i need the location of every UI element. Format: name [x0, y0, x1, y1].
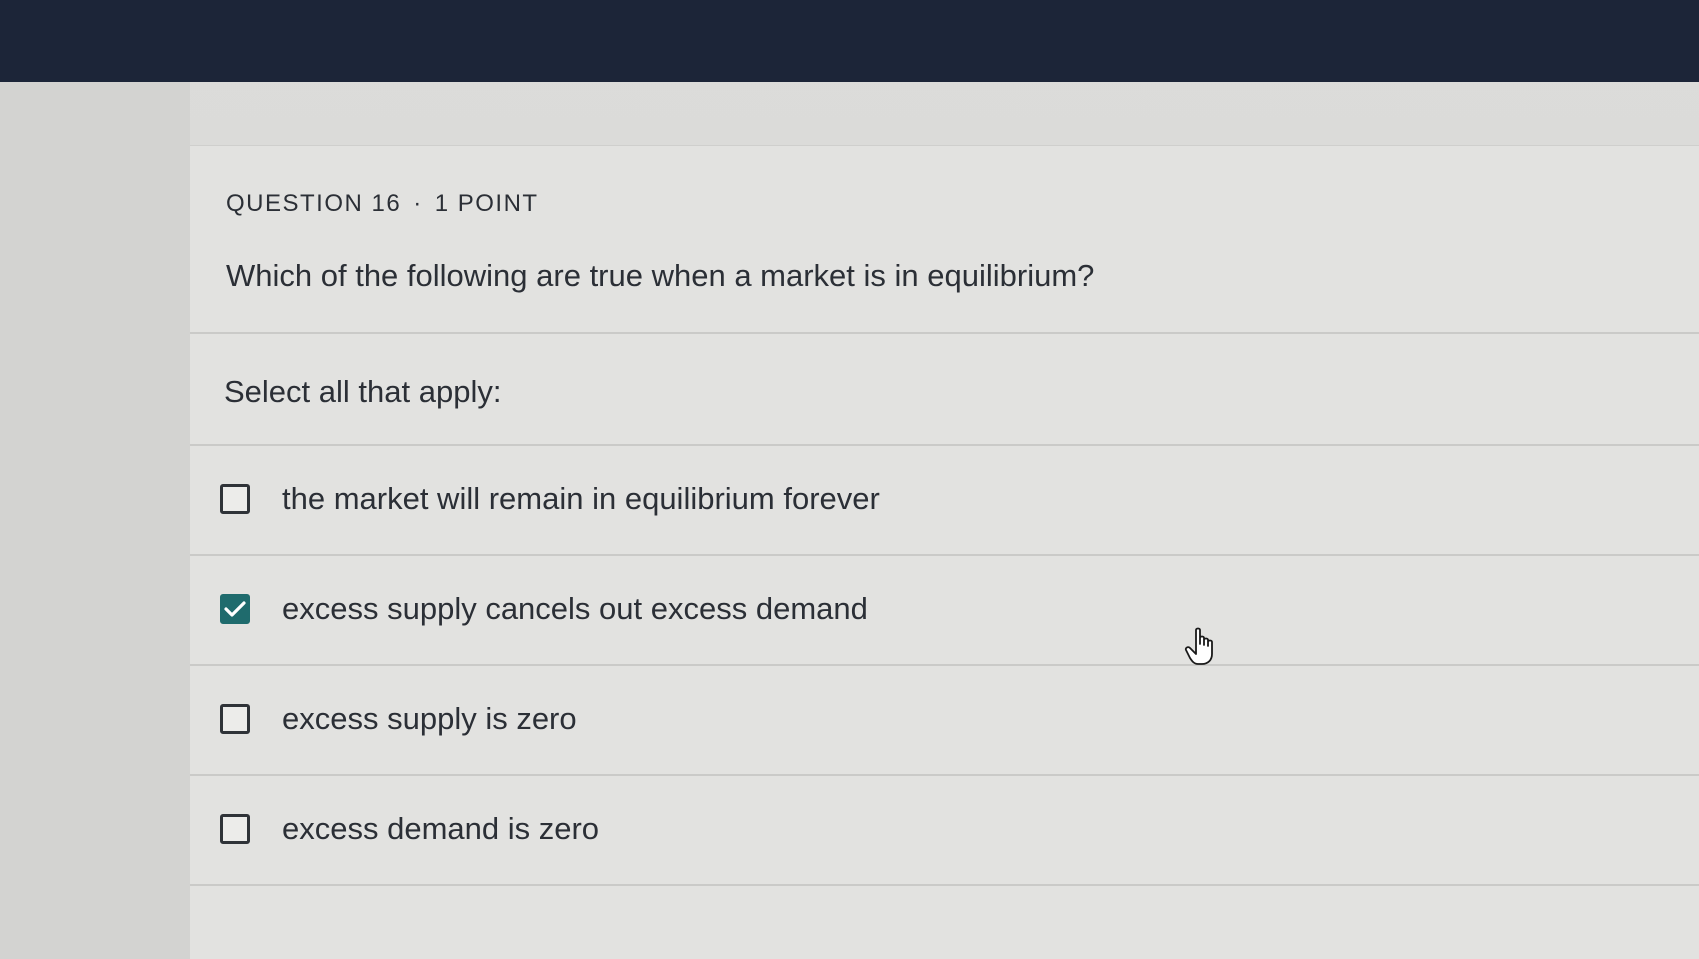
top-navigation-bar [0, 0, 1699, 82]
instructions: Select all that apply: [224, 374, 502, 409]
question-panel: QUESTION 16 · 1 POINT Which of the followi… [190, 145, 1699, 959]
answer-option-3[interactable]: excess supply is zero [220, 689, 577, 749]
option-label: excess demand is zero [282, 811, 600, 846]
question-prompt: Which of the following are true when a m… [226, 258, 1095, 293]
option-label: the market will remain in equilibrium fo… [282, 481, 880, 516]
checkbox-unchecked[interactable] [220, 814, 250, 844]
checkbox-unchecked[interactable] [220, 484, 250, 514]
checkbox-unchecked[interactable] [220, 704, 250, 734]
header-separator: · [413, 190, 423, 217]
divider [190, 554, 1699, 556]
option-label: excess supply cancels out excess demand [282, 591, 868, 626]
divider [190, 332, 1699, 334]
checkbox-checked[interactable] [220, 594, 250, 624]
divider [190, 444, 1699, 446]
answer-option-4[interactable]: excess demand is zero [220, 799, 599, 859]
divider [190, 884, 1699, 886]
divider [190, 774, 1699, 776]
answer-option-2[interactable]: excess supply cancels out excess demand [220, 579, 868, 639]
question-header: QUESTION 16 · 1 POINT [226, 190, 539, 218]
left-gutter [0, 82, 190, 959]
screen: QUESTION 16 · 1 POINT Which of the followi… [0, 0, 1699, 959]
checkmark-icon [224, 601, 246, 617]
hand-pointer-icon [1184, 627, 1213, 665]
option-label: excess supply is zero [282, 701, 577, 736]
question-points: 1 POINT [434, 190, 539, 217]
divider [190, 664, 1699, 666]
question-number: QUESTION 16 [226, 190, 402, 217]
answer-option-1[interactable]: the market will remain in equilibrium fo… [220, 469, 880, 529]
